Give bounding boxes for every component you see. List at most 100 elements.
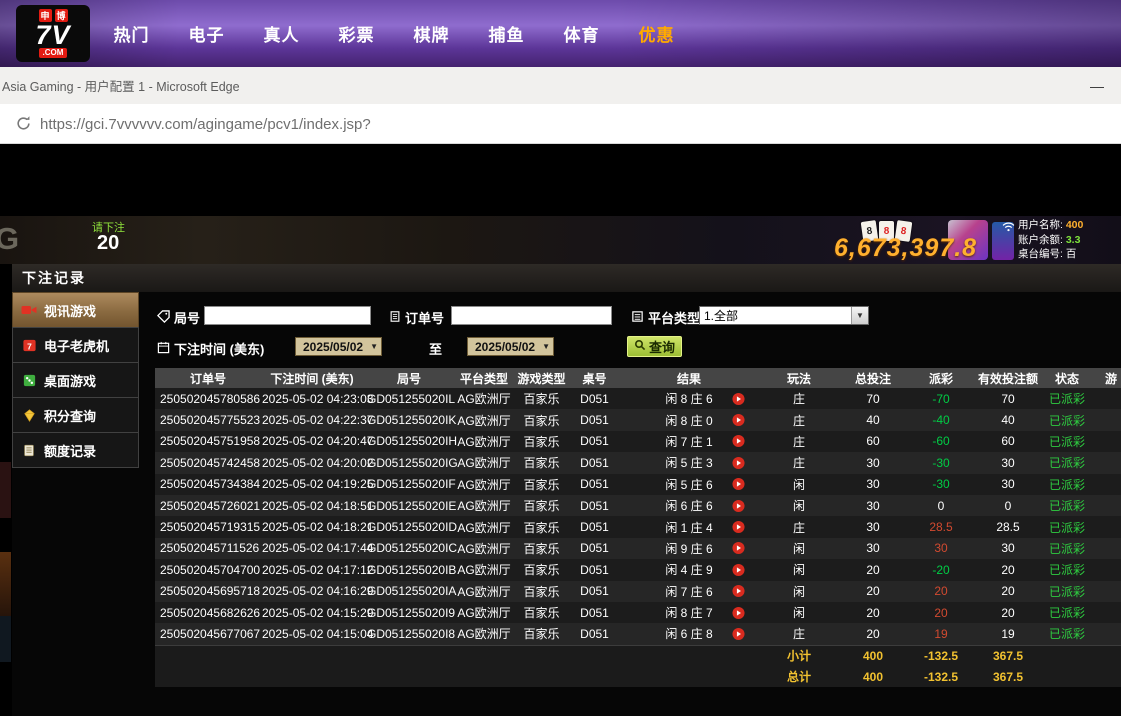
background-fragment [0,616,11,662]
play-video-icon[interactable] [732,606,745,619]
panel-header: 下注记录 [12,264,1121,292]
sidebar-item-label: 桌面游戏 [44,371,96,390]
play-video-icon[interactable] [732,521,745,534]
order-input[interactable] [451,306,612,325]
betting-records-panel: 下注记录 视讯游戏7电子老虎机桌面游戏积分查询额度记录 局号 订单号 [12,264,1121,716]
minimize-button[interactable]: — [1081,67,1113,104]
play-video-icon[interactable] [732,563,745,576]
user-info: 用户名称: 400账户余额: 3.3桌台编号: 百 [1018,218,1083,262]
play-video-icon[interactable] [732,414,745,427]
result-cell: 闲 6 庄 6 [619,497,759,514]
sidebar-item-2[interactable]: 7电子老虎机 [12,327,139,363]
date-to-dropdown[interactable]: 2025/05/02 ▼ [467,337,554,356]
play-cell: 庄 [759,625,839,642]
play-video-icon[interactable] [732,456,745,469]
play-video-icon[interactable] [732,585,745,598]
game-type-cell: 百家乐 [513,604,570,621]
game-type-cell: 百家乐 [513,561,570,578]
nav-item-7[interactable]: 体育 [544,21,619,46]
round-cell: GD051255020IA [363,584,455,598]
subtotal-row-cell: 400 [839,649,907,663]
user-info-line: 桌台编号: 百 [1018,247,1083,262]
time-cell: 2025-05-02 04:20:02 [261,456,363,470]
table-no-cell: D051 [570,563,619,577]
result-cell: 闲 8 庄 6 [619,390,759,407]
column-header: 派彩 [907,370,975,387]
date-to-value: 2025/05/02 [468,340,542,354]
reload-icon[interactable] [15,115,32,132]
table-header: 订单号下注时间 (美东)局号平台类型游戏类型桌号结果玩法总投注派彩有效投注额状态… [155,368,1121,388]
column-header: 下注时间 (美东) [261,370,363,387]
total-bet-cell: 30 [839,499,907,513]
play-video-icon[interactable] [732,542,745,555]
time-cell: 2025-05-02 04:17:44 [261,541,363,555]
platform-cell: AG欧洲厅 [455,561,513,578]
payout-cell: 28.5 [907,520,975,534]
order-cell: 250502045695718 [155,584,261,598]
round-cell: GD051255020IF [363,477,455,491]
nav-item-8[interactable]: 优惠 [619,21,694,46]
sidebar-item-3[interactable]: 桌面游戏 [12,362,139,398]
order-cell: 250502045726021 [155,499,261,513]
time-cell: 2025-05-02 04:18:21 [261,520,363,534]
payout-cell: -30 [907,456,975,470]
payout-cell: -30 [907,477,975,491]
play-video-icon[interactable] [732,499,745,512]
platform-filter-text: 平台类型 [648,308,700,327]
order-cell: 250502045780586 [155,392,261,406]
play-cell: 庄 [759,390,839,407]
order-filter-text: 订单号 [405,308,444,327]
nav-item-4[interactable]: 彩票 [319,21,394,46]
sidebar-item-4[interactable]: 积分查询 [12,397,139,433]
site-logo[interactable]: 申 博 7V .COM [16,5,90,62]
time-cell: 2025-05-02 04:19:25 [261,477,363,491]
platform-select[interactable]: 1.全部 ▼ [699,306,869,325]
play-video-icon[interactable] [732,435,745,448]
status-cell: 已派彩 [1041,519,1093,536]
nav-item-5[interactable]: 棋牌 [394,21,469,46]
table-body: 2505020457805862025-05-02 04:23:03GD0512… [155,388,1121,687]
table-row: 2505020457115262025-05-02 04:17:44GD0512… [155,538,1121,559]
sidebar-item-5[interactable]: 额度记录 [12,432,139,468]
chevron-down-icon: ▼ [370,342,381,351]
nav-item-6[interactable]: 捕鱼 [469,21,544,46]
round-cell: GD051255020IH [363,434,455,448]
total-bet-cell: 20 [839,584,907,598]
sidebar-item-1[interactable]: 视讯游戏 [12,292,139,328]
nav-item-3[interactable]: 真人 [244,21,319,46]
platform-cell: AG欧洲厅 [455,454,513,471]
status-cell: 已派彩 [1041,583,1093,600]
time-cell: 2025-05-02 04:15:04 [261,627,363,641]
table-no-cell: D051 [570,477,619,491]
table-row: 2505020457193152025-05-02 04:18:21GD0512… [155,516,1121,537]
round-cell: GD051255020IB [363,563,455,577]
play-video-icon[interactable] [732,478,745,491]
total-bet-cell: 30 [839,541,907,555]
result-cell: 闲 6 庄 8 [619,625,759,642]
table-row: 2505020457260212025-05-02 04:18:51GD0512… [155,495,1121,516]
play-video-icon[interactable] [732,627,745,640]
table-row: 2505020456957182025-05-02 04:16:29GD0512… [155,581,1121,602]
nav-item-1[interactable]: 热门 [94,21,169,46]
total-bet-cell: 30 [839,477,907,491]
play-cell: 闲 [759,583,839,600]
play-cell: 闲 [759,604,839,621]
nav-item-2[interactable]: 电子 [169,21,244,46]
status-cell: 已派彩 [1041,433,1093,450]
column-header: 订单号 [155,370,261,387]
payout-cell: -40 [907,413,975,427]
address-url[interactable]: https://gci.7vvvvvv.com/agingame/pcv1/in… [40,104,371,144]
play-video-icon[interactable] [732,392,745,405]
valid-bet-cell: 30 [975,456,1041,470]
time-cell: 2025-05-02 04:15:29 [261,606,363,620]
column-header: 游戏类型 [513,370,570,387]
round-input[interactable] [204,306,371,325]
order-cell: 250502045751958 [155,434,261,448]
payout-cell: 19 [907,627,975,641]
search-button[interactable]: 查询 [627,336,682,357]
table-row: 2505020457343842025-05-02 04:19:25GD0512… [155,474,1121,495]
date-from-dropdown[interactable]: 2025/05/02 ▼ [295,337,382,356]
platform-cell: AG欧洲厅 [455,583,513,600]
list-icon [631,310,644,326]
time-cell: 2025-05-02 04:20:47 [261,434,363,448]
